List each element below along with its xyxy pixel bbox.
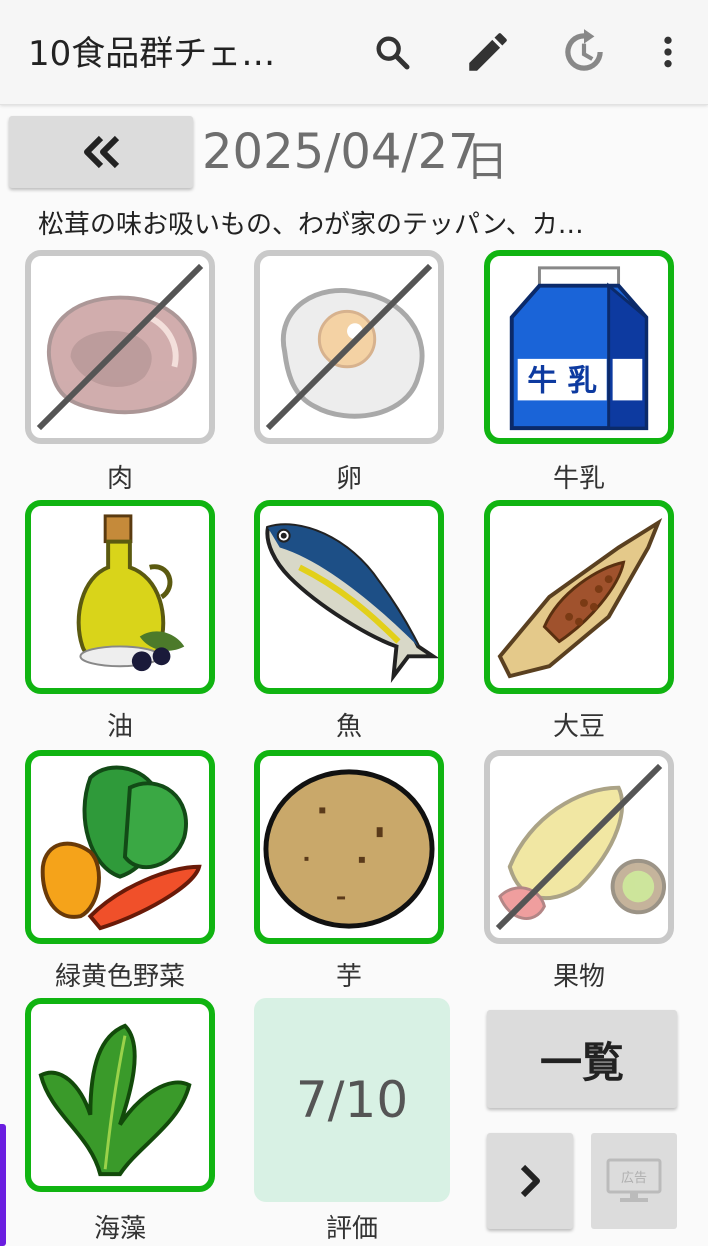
side-accent-bar — [0, 1124, 6, 1246]
edit-button[interactable] — [460, 24, 516, 80]
food-tile-meat[interactable] — [25, 250, 215, 444]
history-button[interactable] — [556, 24, 612, 80]
search-button[interactable] — [364, 24, 420, 80]
next-button[interactable] — [487, 1133, 573, 1229]
milk-carton-icon: 牛 乳 — [509, 266, 649, 431]
food-tile-fruits[interactable] — [484, 750, 674, 944]
app-title: 10食品群チェ… — [28, 34, 276, 74]
food-tile-milk[interactable]: 牛 乳 — [484, 250, 674, 444]
previous-day-button[interactable] — [9, 116, 193, 188]
more-button[interactable] — [640, 24, 696, 80]
selected-date[interactable]: 2025/04/27 — [202, 124, 479, 180]
more-vert-icon — [664, 36, 672, 68]
app-bar: 10食品群チェ… — [0, 0, 708, 105]
food-tile-seaweed[interactable] — [25, 998, 215, 1192]
fruits-icon — [495, 763, 667, 931]
olive-oil-icon — [76, 514, 185, 672]
chevron-right-icon — [520, 1164, 540, 1198]
vegetables-icon — [40, 765, 202, 931]
food-label-potato: 芋 — [335, 962, 362, 992]
evaluation-score[interactable]: 7/10 — [254, 998, 450, 1202]
food-tile-green-yellow-vegetables[interactable] — [25, 750, 215, 944]
natto-icon — [497, 517, 663, 679]
ad-monitor-icon: 広告 — [606, 1158, 662, 1202]
meal-summary[interactable]: 松茸の味お吸いもの、わが家のテッパン、カ… — [38, 204, 678, 241]
food-label-seaweed: 海藻 — [93, 1214, 146, 1244]
food-label-soybean: 大豆 — [552, 712, 605, 742]
seaweed-icon — [38, 1023, 192, 1177]
egg-icon — [265, 263, 433, 431]
food-label-vegetables: 緑黄色野菜 — [54, 962, 185, 992]
food-tile-egg[interactable] — [254, 250, 444, 444]
milk-carton-text: 牛 乳 — [527, 363, 597, 398]
ad-button[interactable]: 広告 — [591, 1133, 677, 1229]
food-label-egg: 卵 — [335, 464, 362, 494]
date-navigation: 2025/04/27 日 — [0, 112, 708, 194]
history-icon — [565, 29, 603, 71]
meat-icon — [36, 263, 204, 431]
food-label-fruits: 果物 — [552, 962, 605, 992]
food-label-meat: 肉 — [106, 464, 133, 494]
ad-label: 広告 — [621, 1171, 647, 1186]
food-tile-soybean[interactable] — [484, 500, 674, 694]
list-button[interactable]: 一覧 — [487, 1010, 677, 1108]
food-label-oil: 油 — [106, 712, 133, 742]
date-suffix: 日 — [466, 137, 509, 186]
food-tile-oil[interactable] — [25, 500, 215, 694]
edit-pencil-icon — [469, 33, 507, 71]
potato-icon — [263, 769, 435, 929]
search-icon — [376, 36, 410, 70]
food-tile-potato[interactable] — [254, 750, 444, 944]
fish-icon — [265, 523, 438, 683]
double-chevron-left-icon — [84, 135, 120, 169]
food-label-milk: 牛乳 — [552, 464, 605, 494]
food-tile-fish[interactable] — [254, 500, 444, 694]
food-label-fish: 魚 — [335, 712, 362, 742]
evaluation-label: 評価 — [325, 1214, 378, 1244]
